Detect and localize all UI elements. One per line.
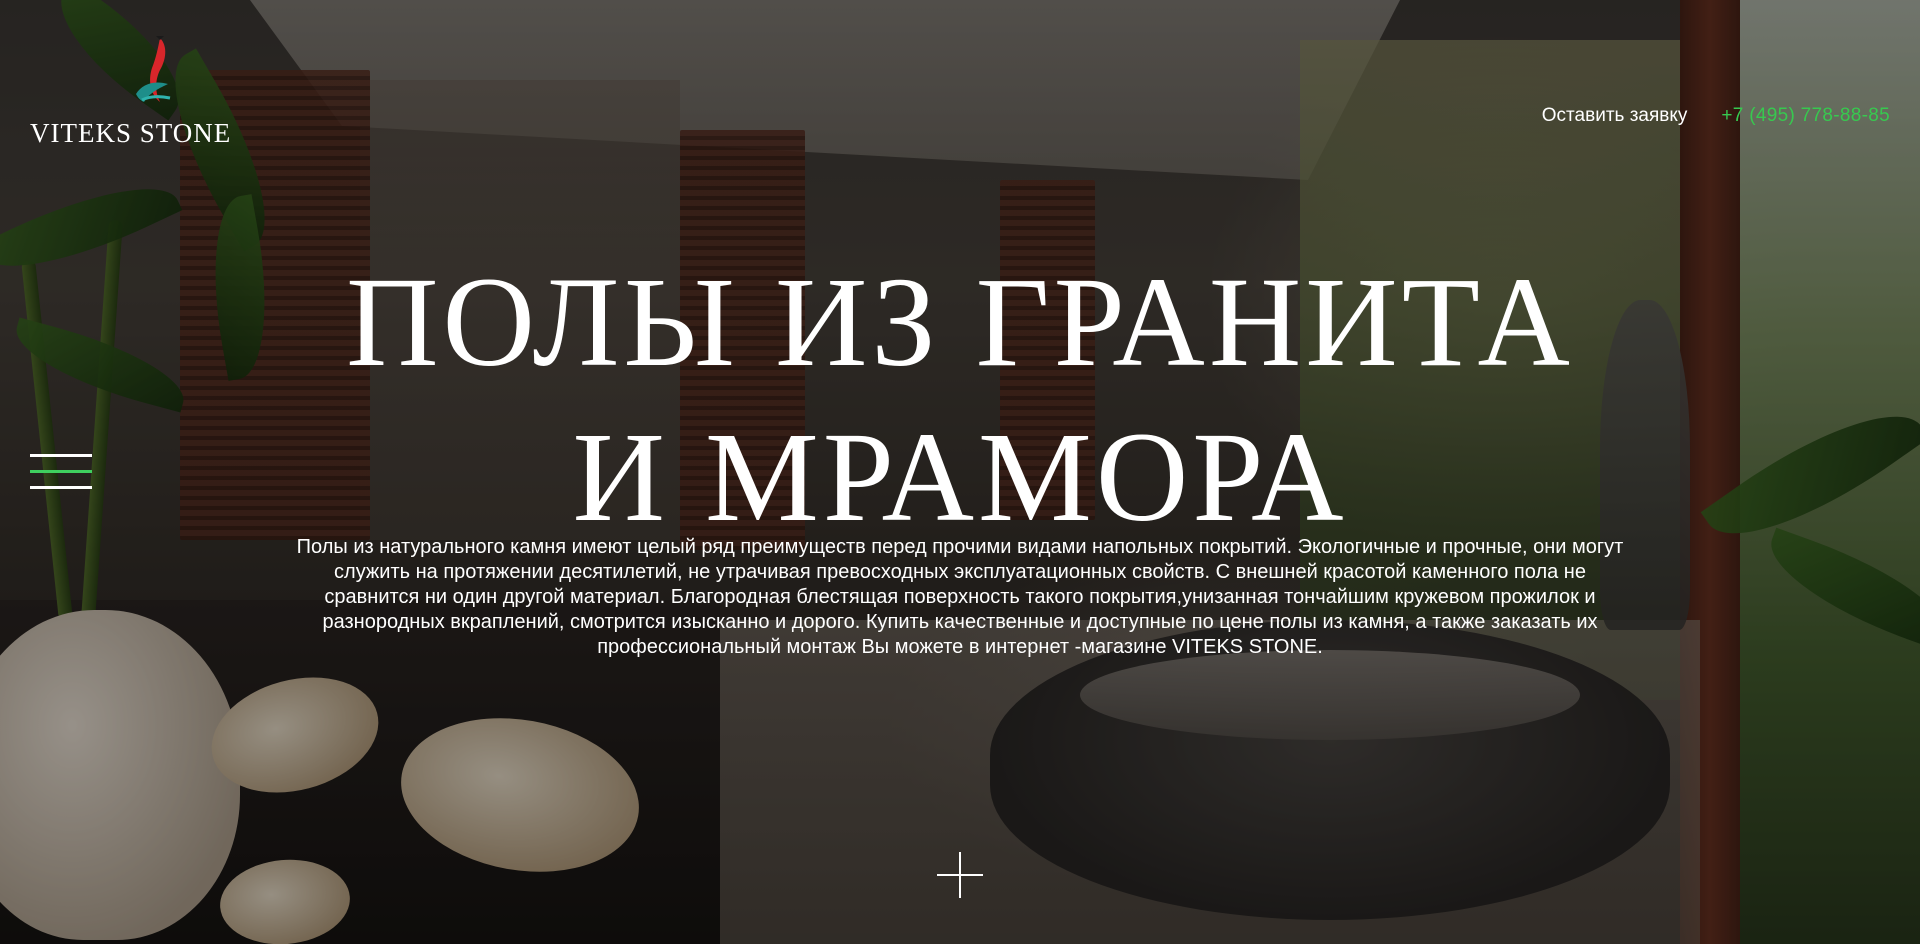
header-links: Оставить заявку +7 (495) 778-88-85	[1542, 105, 1890, 127]
hero-description: Полы из натурального камня имеют целый р…	[296, 536, 1624, 658]
logo-text: VITEKS STONE	[30, 118, 232, 148]
phone-link[interactable]: +7 (495) 778-88-85	[1721, 105, 1890, 127]
page-title-line: И МРАМОРА	[572, 406, 1348, 548]
page-title: ПОЛЫ ИЗ ГРАНИТА И МРАМОРА	[0, 245, 1920, 555]
hero-section: VITEKS STONE Оставить заявку +7 (495) 77…	[0, 0, 1920, 944]
site-logo[interactable]: VITEKS STONE	[30, 36, 260, 156]
page-title-line: ПОЛЫ ИЗ ГРАНИТА	[346, 251, 1574, 393]
request-link[interactable]: Оставить заявку	[1542, 105, 1688, 127]
plus-icon[interactable]	[937, 852, 983, 898]
koi-fish-logo-icon	[136, 36, 171, 102]
